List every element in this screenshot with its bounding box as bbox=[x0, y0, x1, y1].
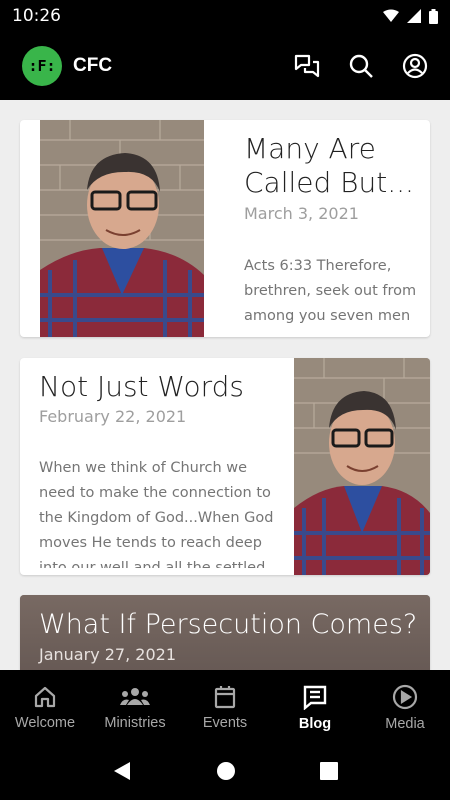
nav-item-ministries[interactable]: Ministries bbox=[90, 670, 180, 746]
app-bar: :F: CFC bbox=[0, 32, 450, 100]
wifi-icon bbox=[383, 9, 399, 22]
system-navigation-bar bbox=[0, 746, 450, 800]
nav-item-events[interactable]: Events bbox=[180, 670, 270, 746]
status-time: 10:26 bbox=[12, 6, 61, 26]
status-icons bbox=[383, 8, 438, 24]
post-excerpt: Acts 6:33 Therefore, brethren, seek out … bbox=[244, 258, 417, 324]
post-date: January 27, 2021 bbox=[39, 645, 176, 664]
home-circle-icon bbox=[217, 761, 235, 780]
search-button[interactable] bbox=[348, 53, 374, 79]
back-button[interactable] bbox=[112, 761, 132, 786]
nav-item-blog[interactable]: Blog bbox=[270, 670, 360, 746]
nav-label: Media bbox=[385, 716, 425, 732]
calendar-icon bbox=[214, 686, 236, 709]
status-bar: 10:26 bbox=[0, 0, 450, 32]
chat-icon bbox=[294, 54, 320, 78]
home-icon bbox=[34, 686, 56, 708]
post-author-photo bbox=[40, 120, 204, 337]
nav-item-welcome[interactable]: Welcome bbox=[0, 670, 90, 746]
nav-label: Blog bbox=[298, 716, 332, 732]
account-button[interactable] bbox=[402, 53, 428, 79]
app-title: CFC bbox=[73, 55, 113, 76]
post-author-photo bbox=[294, 358, 430, 575]
article-icon bbox=[303, 685, 327, 710]
post-date: February 22, 2021 bbox=[39, 407, 187, 426]
back-icon bbox=[114, 761, 130, 780]
blog-post-card[interactable]: What If Persecution Comes? January 27, 2… bbox=[20, 595, 430, 670]
nav-label: Events bbox=[202, 715, 248, 731]
battery-icon bbox=[429, 8, 438, 24]
recents-button[interactable] bbox=[320, 761, 338, 785]
post-title: What If Persecution Comes? bbox=[39, 609, 418, 640]
blog-list[interactable]: Many Are Called But... March 3, 2021 Act… bbox=[0, 100, 450, 670]
nav-item-media[interactable]: Media bbox=[360, 670, 450, 746]
post-date: March 3, 2021 bbox=[244, 204, 359, 223]
cell-signal-icon bbox=[407, 9, 421, 23]
blog-post-card[interactable]: Many Are Called But... March 3, 2021 Act… bbox=[20, 120, 430, 337]
search-icon bbox=[349, 54, 373, 78]
logo-text: :F: bbox=[28, 57, 56, 75]
play-circle-icon bbox=[392, 684, 418, 710]
post-title: Many Are Called But... bbox=[244, 132, 414, 199]
recents-icon bbox=[320, 761, 338, 780]
nav-label: Welcome bbox=[14, 715, 76, 731]
post-excerpt: When we think of Church we need to make … bbox=[39, 460, 274, 568]
home-button[interactable] bbox=[216, 761, 236, 786]
nav-label: Ministries bbox=[104, 715, 166, 731]
account-icon bbox=[402, 53, 428, 79]
bottom-navigation: Welcome Ministries Events Blog Media bbox=[0, 670, 450, 746]
post-title: Not Just Words bbox=[39, 370, 244, 403]
blog-post-card[interactable]: Not Just Words February 22, 2021 When we… bbox=[20, 358, 430, 575]
chat-button[interactable] bbox=[294, 53, 320, 79]
app-logo: :F: bbox=[22, 46, 62, 86]
groups-icon bbox=[120, 688, 150, 705]
